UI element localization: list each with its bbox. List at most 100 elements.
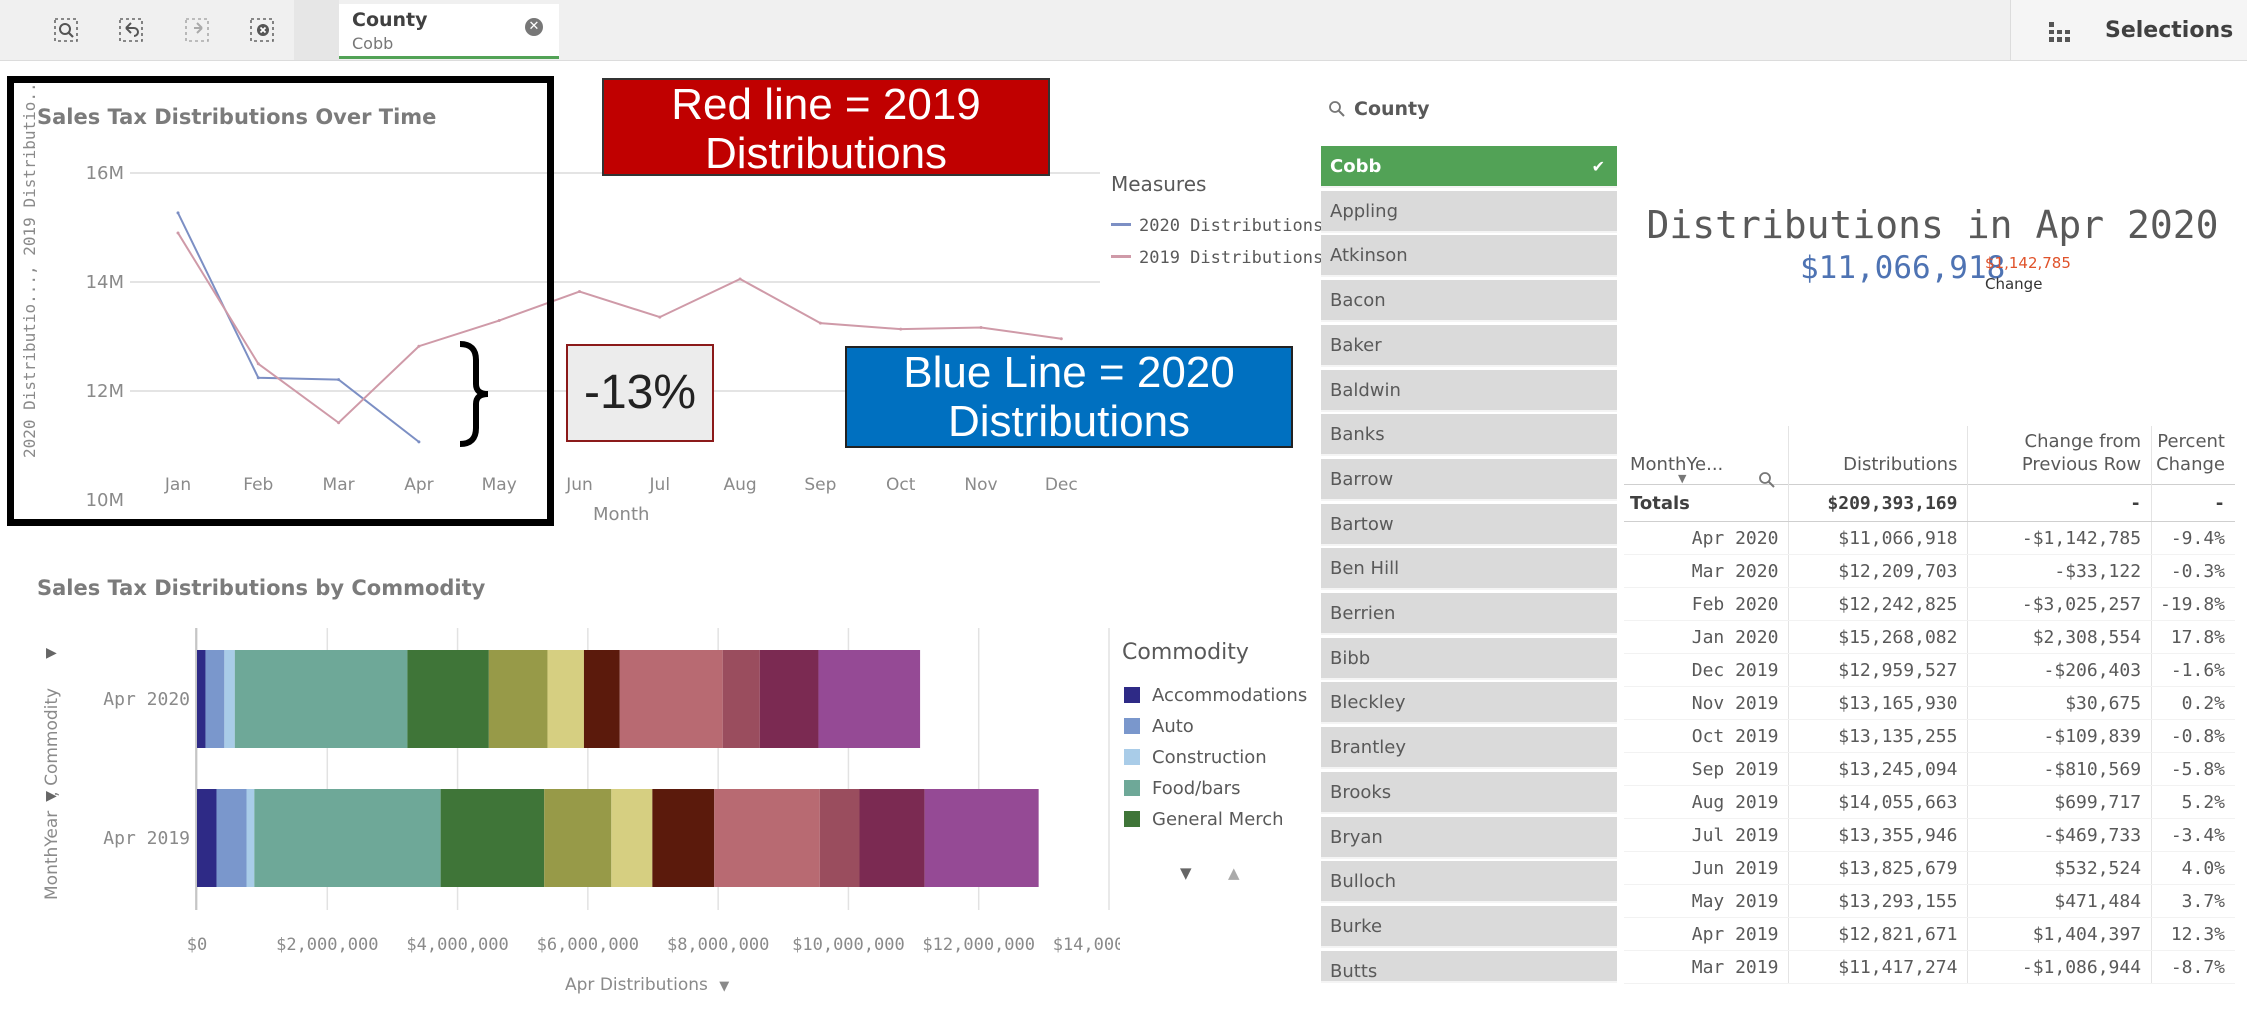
bar-segment[interactable] (205, 650, 225, 748)
bar-segment[interactable] (818, 650, 921, 748)
bar-segment[interactable] (407, 650, 489, 748)
county-item-label: Barrow (1330, 468, 1394, 490)
county-item[interactable]: Bartow (1321, 503, 1617, 546)
bar-segment[interactable] (197, 650, 206, 748)
county-item[interactable]: Baldwin (1321, 369, 1617, 412)
county-search-label[interactable]: County (1354, 98, 1430, 120)
table-cell: -0.8% (2151, 719, 2235, 753)
bar-segment[interactable] (924, 789, 1039, 887)
bar-legend-item[interactable]: Construction (1124, 747, 1267, 768)
step-back-icon[interactable] (114, 14, 148, 46)
legend-2019[interactable]: 2019 Distributions (1111, 248, 1323, 268)
selections-button[interactable]: Selections (2010, 0, 2247, 60)
selection-chip-county[interactable]: County Cobb ✕ (339, 4, 559, 59)
col-header-distributions[interactable]: Distributions (1788, 426, 1968, 485)
county-item[interactable]: Appling (1321, 190, 1617, 233)
bar-segment[interactable] (234, 650, 408, 748)
county-item[interactable]: Burke (1321, 905, 1617, 948)
bar-segment[interactable] (611, 789, 653, 887)
bar-segment[interactable] (246, 789, 255, 887)
step-forward-icon[interactable] (180, 14, 214, 46)
bar-legend-label: Accommodations (1152, 685, 1308, 706)
table-row[interactable]: Jul 2019 $13,355,946 -$469,733 -3.4% (1624, 818, 2235, 852)
table-row[interactable]: Jun 2019 $13,825,679 $532,524 4.0% (1624, 851, 2235, 885)
bar-segment[interactable] (714, 789, 820, 887)
bar-segment[interactable] (583, 650, 620, 748)
county-item[interactable]: Baker (1321, 324, 1617, 367)
bar-legend-item[interactable]: Accommodations (1124, 685, 1307, 706)
table-cell: -$206,403 (1967, 653, 2152, 687)
bar-segment[interactable] (859, 789, 925, 887)
county-search-icon[interactable] (1328, 100, 1346, 122)
legend-scroll-down-icon[interactable]: ▼ (1180, 864, 1192, 882)
county-item[interactable]: Bulloch (1321, 861, 1617, 904)
county-item[interactable]: Ben Hill (1321, 548, 1617, 591)
county-item[interactable]: Bryan (1321, 816, 1617, 859)
col-header-monthyear[interactable]: MonthYe... ▼ (1624, 426, 1789, 488)
bar-segment[interactable] (488, 650, 548, 748)
county-item[interactable]: Banks (1321, 414, 1617, 457)
county-item[interactable]: Butts (1321, 950, 1617, 983)
clear-chip-icon[interactable]: ✕ (525, 18, 543, 36)
county-item[interactable]: Berrien (1321, 593, 1617, 635)
county-item-label: Bryan (1330, 826, 1383, 848)
col-header-percent[interactable]: Percent Change (2151, 426, 2235, 485)
clear-selections-icon[interactable] (245, 14, 279, 46)
table-cell: $13,355,946 (1788, 818, 1968, 852)
x-tick-label: Nov (964, 475, 997, 495)
legend-2020[interactable]: 2020 Distributions (1111, 216, 1323, 236)
bar-segment[interactable] (197, 789, 217, 887)
bar-legend-item[interactable]: Food/bars (1124, 778, 1240, 799)
table-cell: -$109,839 (1967, 719, 2152, 753)
county-item[interactable]: Bleckley (1321, 682, 1617, 725)
data-point (738, 277, 742, 281)
bar-x-axis-label[interactable]: Apr Distributions ▼ (565, 975, 729, 995)
table-row[interactable]: Mar 2020 $12,209,703 -$33,122 -0.3% (1624, 554, 2235, 588)
bar-segment[interactable] (819, 789, 860, 887)
bar-segment[interactable] (440, 789, 545, 887)
county-item[interactable]: Bacon (1321, 280, 1617, 323)
table-row[interactable]: Dec 2019 $12,959,527 -$206,403 -1.6% (1624, 653, 2235, 687)
bar-segment[interactable] (224, 650, 235, 748)
table-row[interactable]: Apr 2020 $11,066,918 -$1,142,785 -9.4% (1624, 521, 2235, 555)
county-item[interactable]: Barrow (1321, 458, 1617, 501)
bar-segment[interactable] (722, 650, 760, 748)
bar-segment[interactable] (544, 789, 612, 887)
table-row[interactable]: May 2019 $13,293,155 $471,484 3.7% (1624, 884, 2235, 918)
totals-cell: $209,393,169 (1788, 484, 1968, 522)
bar-legend-item[interactable]: Auto (1124, 716, 1194, 737)
col-header-change[interactable]: Change from Previous Row (1967, 426, 2152, 485)
county-item[interactable]: Cobb ✔ (1321, 146, 1617, 188)
county-item-label: Baker (1330, 334, 1382, 356)
smart-search-icon[interactable] (49, 14, 83, 46)
table-row[interactable]: Feb 2020 $12,242,825 -$3,025,257 -19.8% (1624, 587, 2235, 621)
table-row[interactable]: Mar 2019 $11,417,274 -$1,086,944 -8.7% (1624, 950, 2235, 984)
table-cell: -$33,122 (1967, 554, 2152, 588)
bar-chart[interactable]: $0 $2,000,000 $4,000,000 $6,000,000 $8,000,0… (0, 620, 1120, 960)
county-item-label: Brantley (1330, 737, 1406, 759)
column-search-icon[interactable] (1758, 471, 1776, 495)
table-row[interactable]: Aug 2019 $14,055,663 $699,717 5.2% (1624, 785, 2235, 819)
legend-scroll-up-icon[interactable]: ▲ (1228, 864, 1240, 882)
table-cell: Oct 2019 (1624, 719, 1789, 753)
county-item[interactable]: Brantley (1321, 727, 1617, 770)
bar-segment[interactable] (254, 789, 441, 887)
bar-legend-item[interactable]: General Merch (1124, 809, 1284, 830)
county-item[interactable]: Brooks (1321, 771, 1617, 814)
bar-segment[interactable] (216, 789, 247, 887)
bar-segment[interactable] (547, 650, 584, 748)
chip-value-label: Cobb (352, 34, 394, 53)
bar-segment[interactable] (759, 650, 819, 748)
table-cell: -$810,569 (1967, 752, 2152, 786)
county-item[interactable]: Bibb (1321, 637, 1617, 680)
table-row[interactable]: Nov 2019 $13,165,930 $30,675 0.2% (1624, 686, 2235, 720)
bar-segment[interactable] (652, 789, 715, 887)
county-item-label: Baldwin (1330, 379, 1401, 401)
table-row[interactable]: Jan 2020 $15,268,082 $2,308,554 17.8% (1624, 620, 2235, 654)
county-item-label: Brooks (1330, 781, 1392, 803)
table-row[interactable]: Sep 2019 $13,245,094 -$810,569 -5.8% (1624, 752, 2235, 786)
county-item[interactable]: Atkinson (1321, 235, 1617, 278)
table-row[interactable]: Apr 2019 $12,821,671 $1,404,397 12.3% (1624, 917, 2235, 951)
bar-segment[interactable] (619, 650, 723, 748)
table-row[interactable]: Oct 2019 $13,135,255 -$109,839 -0.8% (1624, 719, 2235, 753)
